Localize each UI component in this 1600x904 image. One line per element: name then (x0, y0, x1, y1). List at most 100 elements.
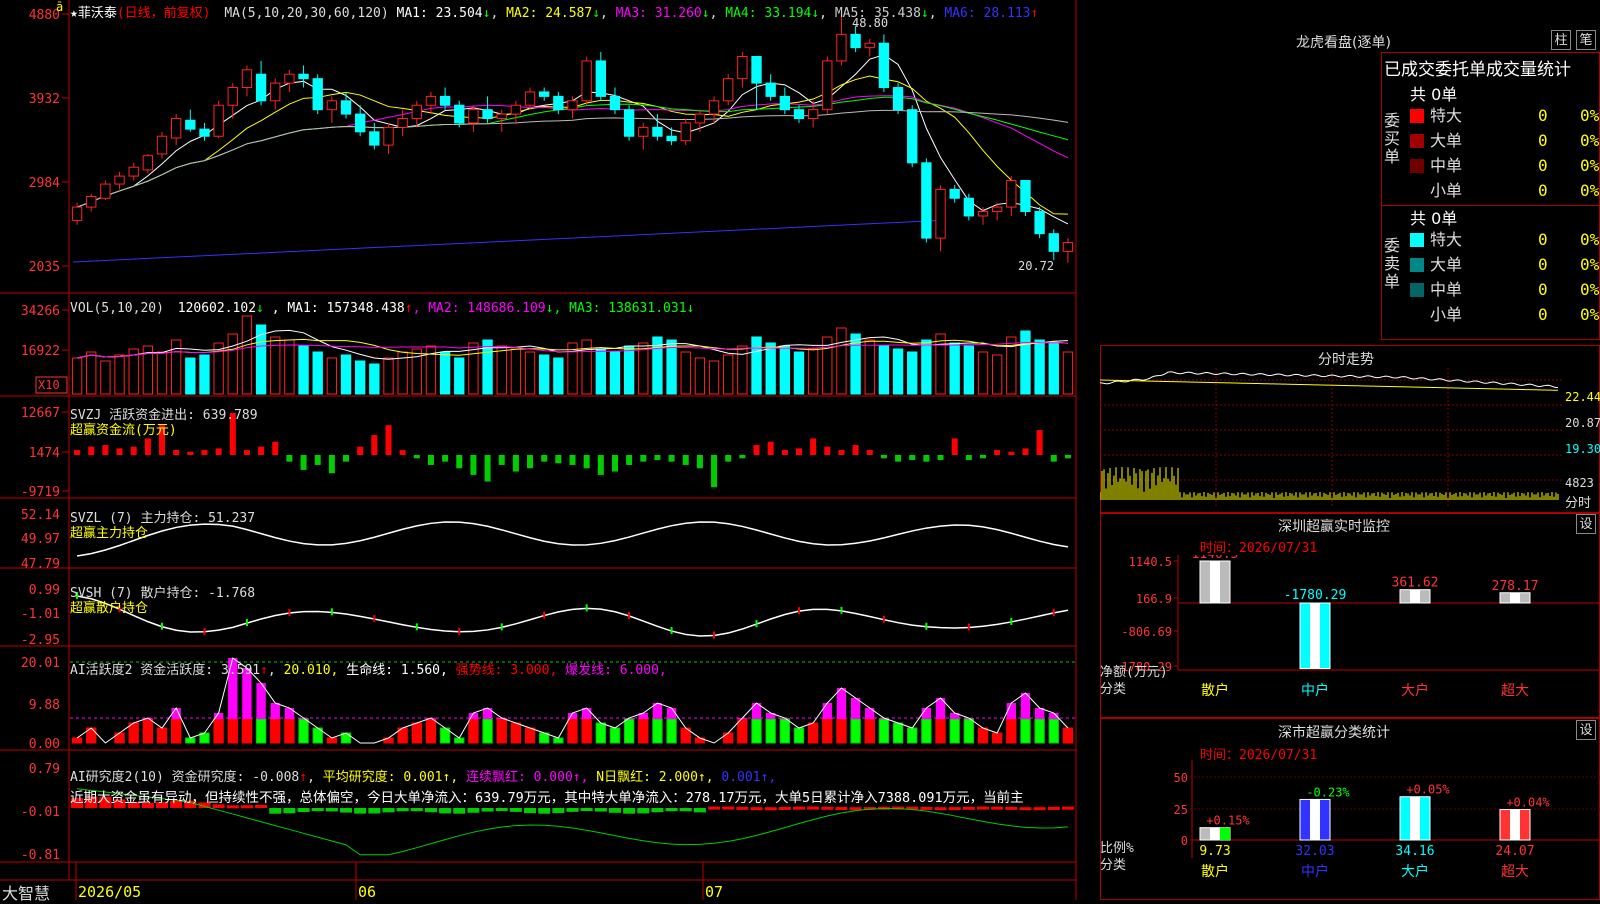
ai-active-axis-label-2: 0.00 (29, 737, 60, 752)
ai-active-bar (779, 718, 790, 744)
ai-research-bar (991, 806, 1004, 810)
ai-active-bar (454, 737, 465, 744)
candle (878, 42, 890, 89)
ai-research-bar (368, 808, 381, 814)
candle (723, 78, 734, 102)
realtime-value-1: 1140.5 (1192, 555, 1239, 562)
candle (284, 73, 295, 84)
candle (807, 109, 819, 120)
svzj-bar (442, 455, 449, 462)
ma-values: MA1: 23.504↓, MA2: 24.587↓, MA3: 31.260↓… (397, 6, 1039, 21)
ai-research-axis-label-0: 0.79 (29, 762, 60, 777)
candle (524, 91, 536, 106)
intraday-chart[interactable] (1100, 368, 1564, 508)
ai-active-bar (991, 732, 1003, 744)
svzj-bar (116, 448, 123, 455)
ai-active-bar (666, 718, 677, 744)
ai-active-axis-label-1: 9.88 (29, 698, 60, 713)
realtime-category-2: 中户 (1301, 682, 1329, 699)
candle (270, 82, 281, 102)
menu-marker-icon[interactable]: ā (56, 0, 63, 14)
order-pct: 0% (1580, 106, 1600, 125)
ai-active-bar (1006, 718, 1017, 744)
bar-mode-button[interactable]: 柱 (1551, 30, 1571, 50)
volume-bar (510, 348, 522, 395)
realtime-settings-button[interactable]: 设 (1576, 514, 1596, 534)
svzj-bar (144, 438, 151, 455)
vol-ma-3: , MA3: 138631.031 (553, 301, 687, 316)
realtime-axis-2: -806.69 (1121, 625, 1172, 639)
realtime-bar-highlight (1410, 589, 1420, 603)
ai-research-bar (453, 808, 466, 814)
volume-bar (907, 351, 918, 395)
ai-active-bar (524, 727, 536, 744)
ai-active-bar (1020, 718, 1031, 744)
classify-value-1: 9.73 (1199, 844, 1230, 859)
color-swatch (1410, 159, 1424, 173)
date-label-2: 07 (705, 883, 723, 900)
svzj-bar (569, 455, 576, 465)
ma-arrow-4: ↓ (811, 6, 820, 21)
ai-research-bar (552, 808, 565, 814)
svzj-bar (937, 455, 944, 460)
ai-active-bar (878, 718, 890, 744)
ai-research-bar (778, 806, 791, 810)
ai-active-bar (468, 718, 479, 744)
ai-research-bar (481, 808, 494, 812)
price-axis-label-2: 2984 (29, 176, 60, 191)
classify-bar-highlight (1410, 796, 1420, 840)
svzj-bar (668, 455, 675, 462)
volume-bar (255, 324, 267, 395)
classify-settings-button[interactable]: 设 (1576, 720, 1596, 740)
volume-bar (468, 342, 479, 395)
ai-research-bar (580, 808, 593, 812)
volume-bar (553, 357, 564, 395)
ai-research-bar (439, 808, 452, 814)
candle (128, 166, 139, 177)
volume-bar (156, 351, 168, 395)
sell-total: 共 0单 (1410, 209, 1458, 228)
kline-chart-area[interactable]: 48803932298420353426616922X10126671474-9… (0, 0, 1100, 900)
realtime-category-3: 大户 (1401, 682, 1429, 699)
svsh-tick (330, 608, 333, 616)
color-swatch (1410, 308, 1424, 322)
svsh-tick (925, 622, 928, 630)
candle (326, 100, 338, 111)
realtime-value-4: 278.17 (1492, 579, 1539, 594)
svzj-bar (1008, 451, 1015, 455)
stock-period: (日线，前复权) (116, 6, 211, 21)
stock-name: ★菲沃泰 (70, 6, 117, 21)
order-count: 0 (1538, 255, 1548, 274)
vol-unit-label: X10 (38, 378, 60, 392)
ai-active-bar (185, 737, 196, 744)
tick-mode-button[interactable]: 笔 (1576, 30, 1596, 50)
svsh-tick (458, 627, 461, 635)
order-divider (1381, 205, 1600, 206)
ai-research-bar (1061, 806, 1074, 810)
svsh-sub: 超赢散户持仓 (70, 601, 149, 616)
svzj-bar (795, 448, 802, 455)
color-swatch (1410, 233, 1424, 247)
candle (199, 128, 210, 137)
volume-bar (708, 360, 720, 395)
ai-active-bar (921, 718, 932, 744)
ai-research-bar (340, 808, 353, 813)
ai-research-item-1: 平均研究度: 0.001↑, (322, 770, 459, 785)
volume-bar (1020, 330, 1031, 395)
low-price-label: 20.72 (1018, 259, 1055, 273)
volume-bar (935, 333, 946, 395)
ai-research-bar (1033, 807, 1046, 811)
intraday-avg-line (1100, 379, 1559, 391)
ai-active-burst (836, 688, 847, 720)
svzl-axis-label-2: 47.79 (21, 557, 60, 572)
svzj-bar (300, 455, 307, 470)
ai-active-item-2: 生命线: 1.560, (338, 663, 448, 678)
ai-research-bar (651, 808, 664, 813)
ma-value-3: MA3: 31.260 (607, 6, 702, 21)
ai-active-title: AI活跃度2 资金活跃度: 3.591 (70, 663, 261, 678)
svzj-bar (215, 448, 222, 455)
svzj-bar (994, 450, 1001, 455)
svsh-tick (245, 619, 248, 627)
ai-research-bar (538, 808, 551, 814)
candle (567, 100, 578, 111)
